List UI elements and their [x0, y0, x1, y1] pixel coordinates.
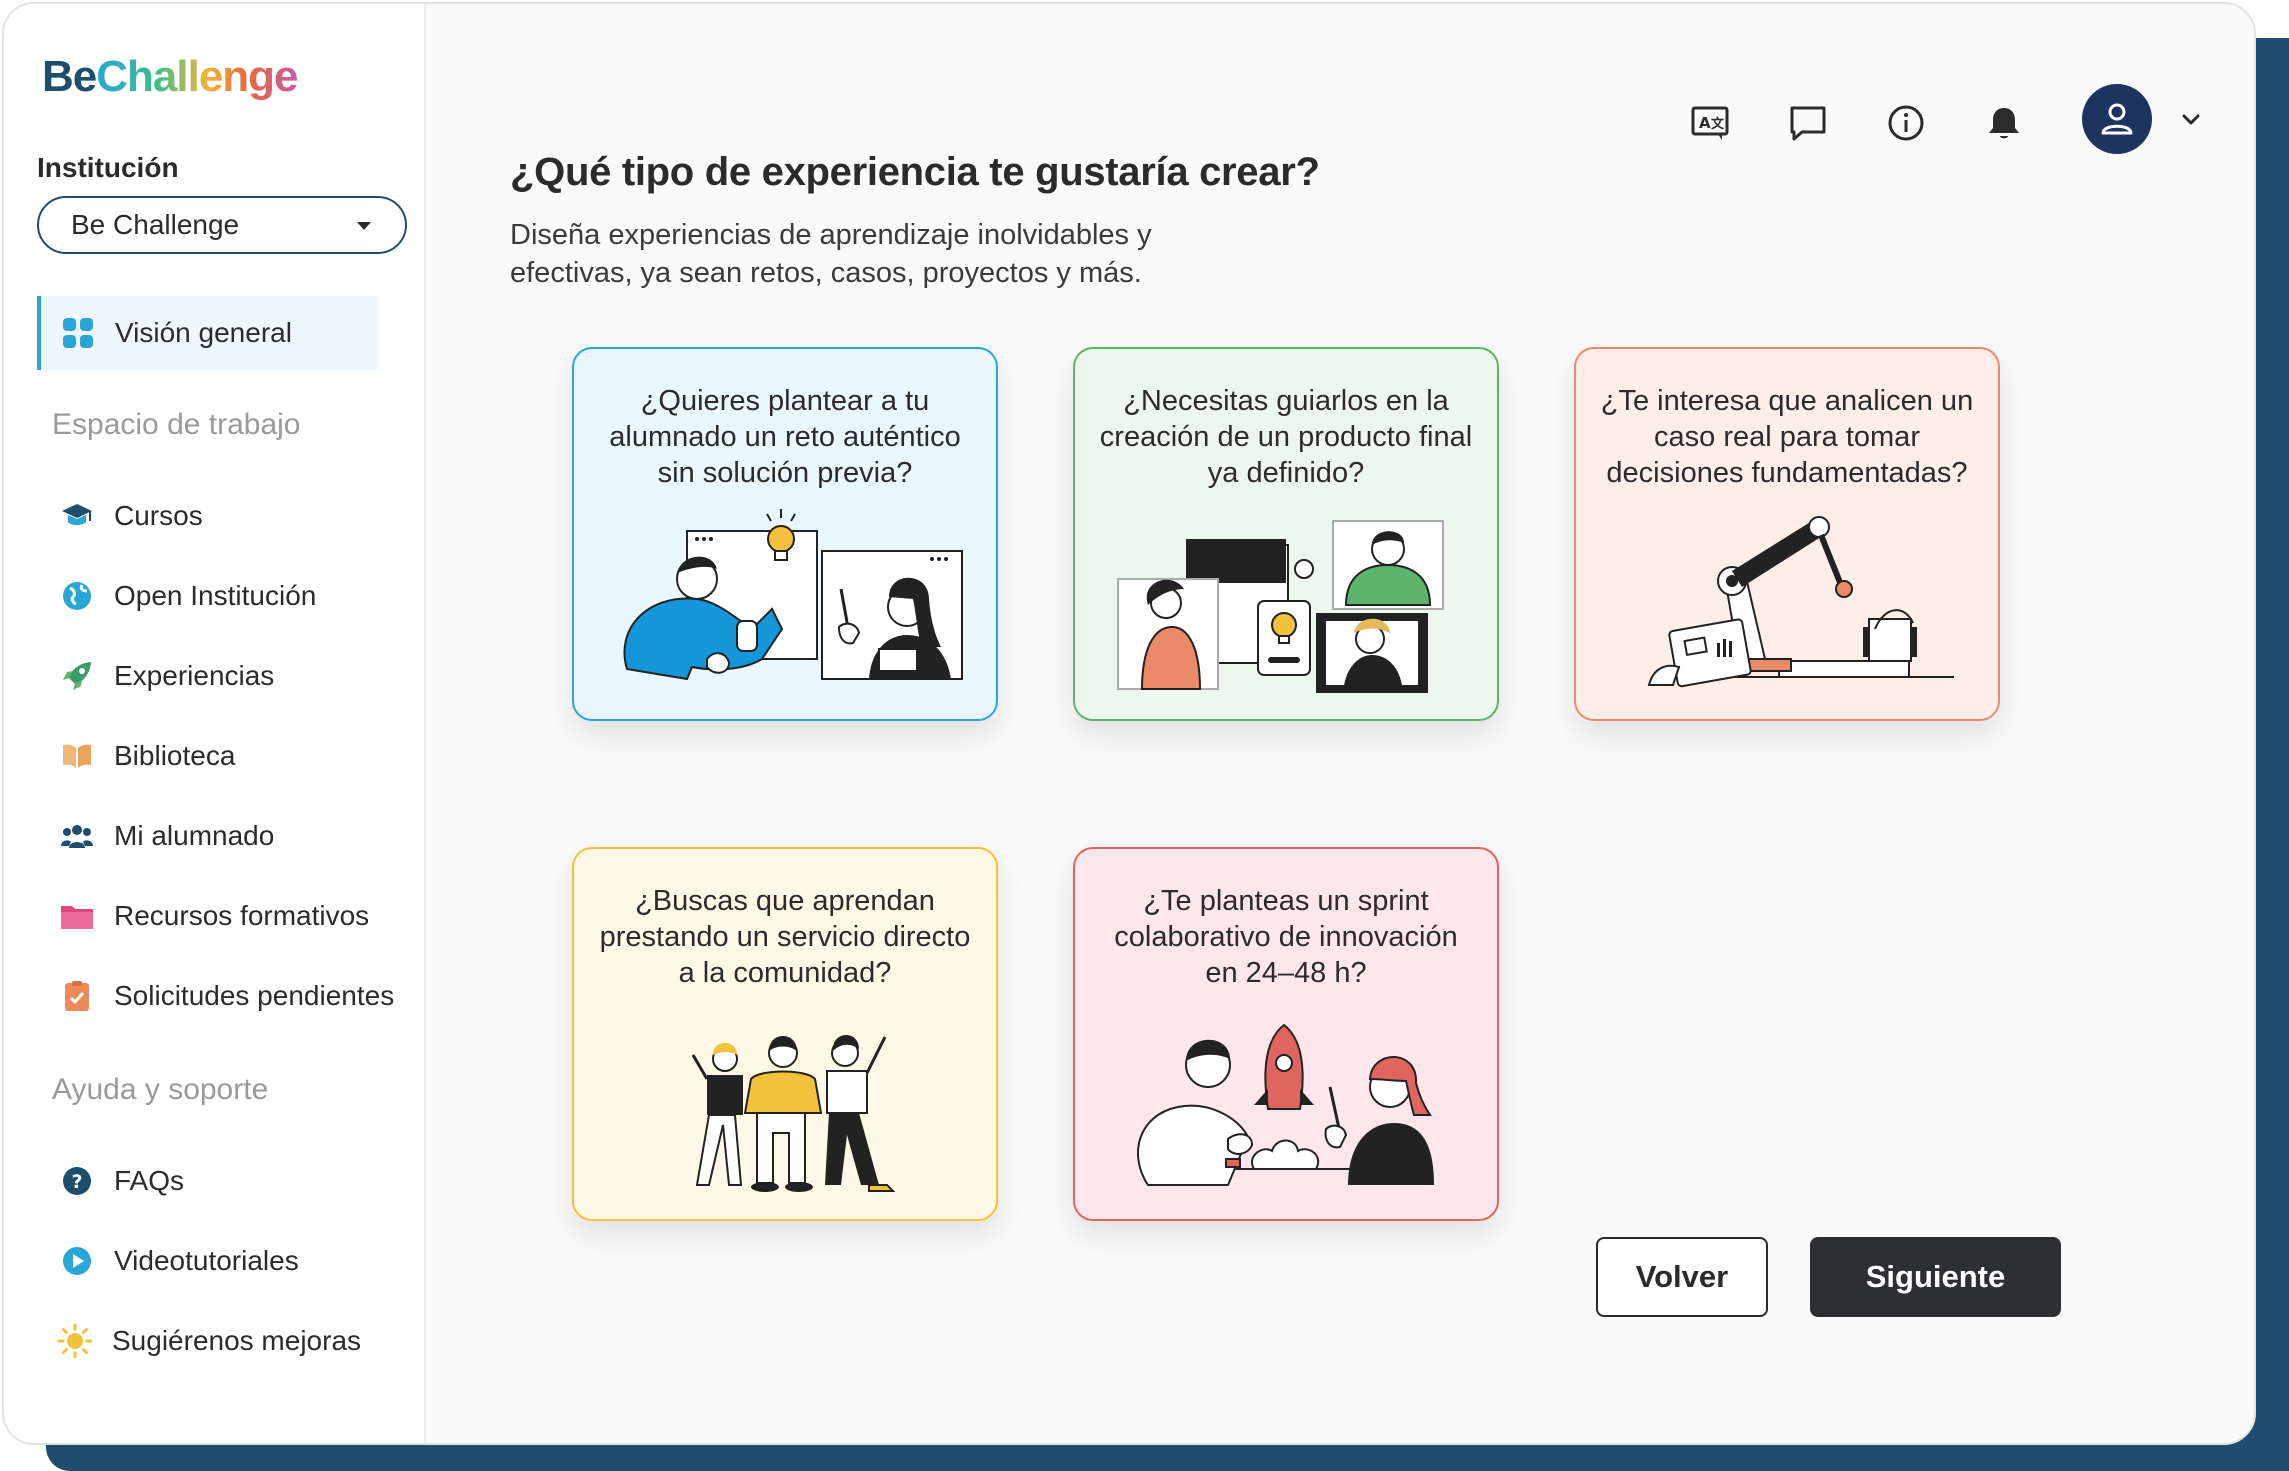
sidebar-item-label: Visión general: [115, 317, 292, 348]
sprint-illustration: [1137, 1023, 1434, 1186]
question-circle-icon: ?: [60, 1164, 94, 1198]
section-title-help: Ayuda y soporte: [52, 1073, 269, 1106]
caret-down-icon: [357, 222, 371, 230]
user-icon: [2101, 103, 2133, 135]
experience-card-sprint[interactable]: ¿Te planteas un sprint colaborativo de i…: [1073, 847, 1499, 1221]
sidebar-item-label: FAQs: [114, 1165, 185, 1196]
experience-card-project[interactable]: ¿Necesitas guiarlos en la creación de un…: [1073, 347, 1499, 721]
card-question: ¿Necesitas guiarlos en la creación de un…: [1099, 385, 1473, 489]
sidebar-item-label: Open Institución: [114, 580, 317, 611]
experience-card-service[interactable]: ¿Buscas que aprendan prestando un servic…: [572, 847, 998, 1221]
institution-select[interactable]: Be Challenge: [37, 196, 407, 254]
card-question: ¿Te interesa que analicen un caso real p…: [1600, 385, 1974, 489]
sidebar-item-faqs[interactable]: ? FAQs: [60, 1164, 184, 1198]
back-button[interactable]: Volver: [1596, 1237, 1768, 1317]
app-window: BeChallenge Institución Be Challenge Vis…: [2, 2, 2256, 1445]
page-subtitle: Diseña experiencias de aprendizaje inolv…: [510, 219, 1152, 289]
sidebar-item-label: Cursos: [114, 500, 203, 531]
rocket-icon: [60, 659, 94, 693]
challenge-illustration: [623, 509, 963, 681]
sidebar: BeChallenge Institución Be Challenge Vis…: [4, 4, 426, 1443]
sidebar-item-label: Biblioteca: [114, 740, 236, 771]
translate-icon[interactable]: A文: [1687, 100, 1733, 146]
sidebar-item-label: Solicitudes pendientes: [114, 980, 395, 1011]
card-question: ¿Buscas que aprendan prestando un servic…: [599, 885, 971, 989]
sidebar-item-open-institution[interactable]: Open Institución: [60, 579, 316, 613]
graduation-cap-icon: [60, 499, 94, 533]
play-circle-icon: [60, 1244, 94, 1278]
institution-label: Institución: [37, 152, 179, 183]
sun-icon: [58, 1324, 92, 1358]
user-avatar[interactable]: [2082, 84, 2152, 154]
next-button[interactable]: Siguiente: [1810, 1237, 2061, 1317]
sidebar-item-label: Mi alumnado: [114, 820, 275, 851]
checklist-icon: [60, 979, 94, 1013]
institution-select-value: Be Challenge: [71, 209, 240, 240]
sidebar-item-courses[interactable]: Cursos: [60, 499, 203, 533]
info-icon[interactable]: [1883, 100, 1929, 146]
svg-text:A: A: [1699, 114, 1711, 132]
sidebar-item-overview[interactable]: Visión general: [37, 296, 379, 370]
brand-logo[interactable]: BeChallenge: [42, 52, 299, 102]
sidebar-item-resources[interactable]: Recursos formativos: [60, 899, 369, 933]
users-icon: [60, 819, 94, 853]
logo-be: Be: [42, 52, 97, 101]
project-illustration: [1117, 520, 1444, 693]
sidebar-item-label: Videotutoriales: [114, 1245, 299, 1276]
chat-icon[interactable]: [1785, 100, 1831, 146]
svg-text:文: 文: [1711, 116, 1725, 132]
sidebar-item-pending-requests[interactable]: Solicitudes pendientes: [60, 979, 394, 1013]
open-book-icon: [60, 739, 94, 773]
grid-icon: [61, 316, 95, 350]
svg-text:?: ?: [71, 1171, 82, 1193]
page-title: ¿Qué tipo de experiencia te gustaría cre…: [510, 150, 1320, 194]
sidebar-item-label: Recursos formativos: [114, 900, 370, 931]
sidebar-item-experiences[interactable]: Experiencias: [60, 659, 274, 693]
folder-icon: [60, 899, 94, 933]
chevron-down-icon[interactable]: [2180, 108, 2202, 130]
sidebar-item-videotutorials[interactable]: Videotutoriales: [60, 1244, 299, 1278]
bell-icon[interactable]: [1981, 100, 2027, 146]
card-question: ¿Te planteas un sprint colaborativo de i…: [1114, 885, 1458, 989]
service-illustration: [691, 1034, 896, 1192]
globe-icon: [60, 579, 94, 613]
sidebar-item-label: Sugiérenos mejoras: [112, 1325, 362, 1356]
experience-card-case[interactable]: ¿Te interesa que analicen un caso real p…: [1574, 347, 2000, 721]
section-title-workspace: Espacio de trabajo: [52, 408, 301, 441]
case-illustration: [1647, 516, 1954, 688]
logo-challenge: Challenge: [96, 52, 298, 101]
experience-card-challenge[interactable]: ¿Quieres plantear a tu alumnado un reto …: [572, 347, 998, 721]
sidebar-item-suggestions[interactable]: Sugiérenos mejoras: [58, 1324, 361, 1358]
sidebar-item-label: Experiencias: [114, 660, 275, 691]
sidebar-item-library[interactable]: Biblioteca: [60, 739, 235, 773]
sidebar-item-students[interactable]: Mi alumnado: [60, 819, 274, 853]
card-question: ¿Quieres plantear a tu alumnado un reto …: [609, 385, 961, 489]
